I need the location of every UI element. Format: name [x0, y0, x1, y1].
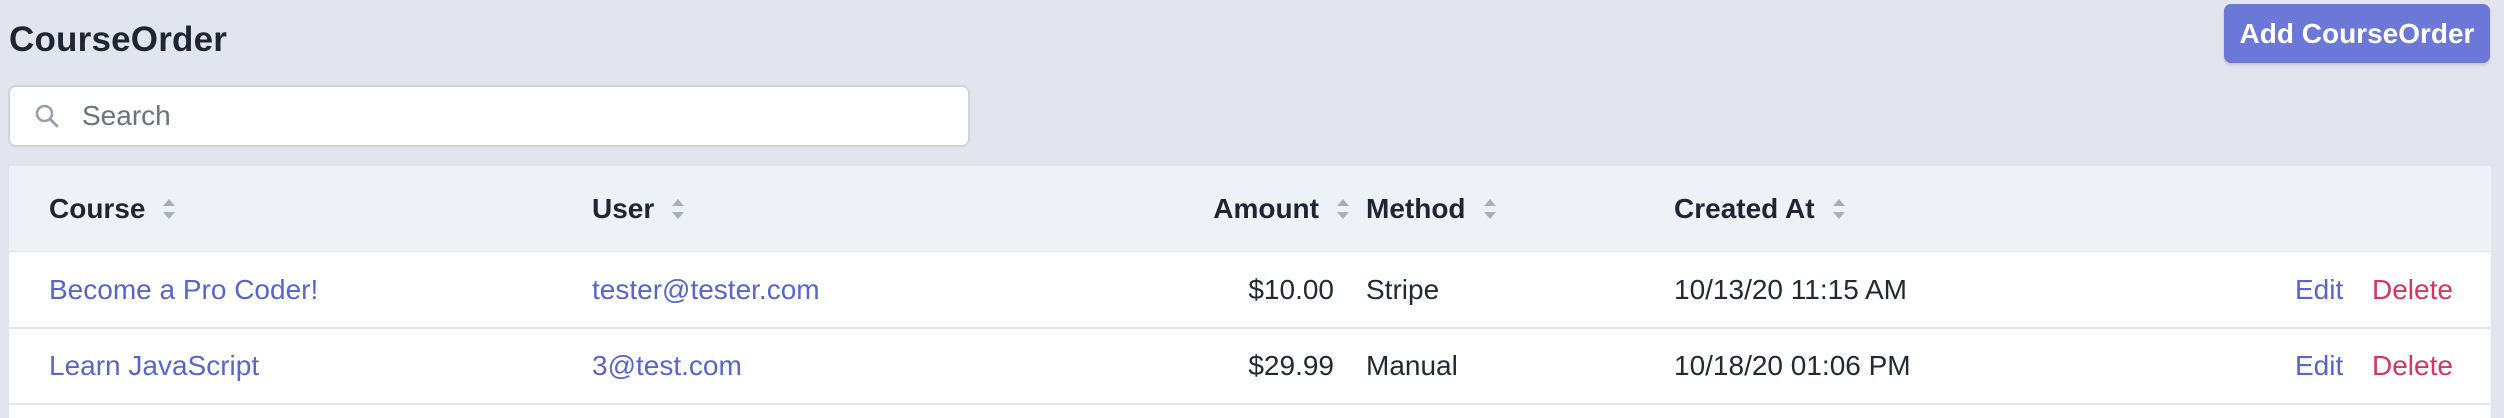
user-link[interactable]: tester@tester.com	[592, 253, 820, 327]
sort-icon[interactable]	[161, 197, 177, 221]
user-link[interactable]: 3@test.com	[592, 329, 742, 403]
method-cell: Stripe	[1366, 274, 1440, 305]
search-input[interactable]	[82, 100, 942, 132]
sort-icon[interactable]	[1831, 197, 1847, 221]
column-header-method[interactable]: Method	[1366, 166, 1498, 251]
search-icon	[34, 103, 70, 129]
course-link[interactable]: Learn JavaScript	[49, 329, 259, 403]
edit-link[interactable]: Edit	[2295, 253, 2343, 327]
column-header-amount[interactable]: Amount	[1213, 166, 1351, 251]
sort-icon[interactable]	[670, 197, 686, 221]
column-header-course[interactable]: Course	[49, 166, 177, 251]
column-header-label: Amount	[1213, 192, 1319, 224]
table-row: Become a Pro Coder! tester@tester.com $1…	[9, 253, 2491, 329]
created-at-cell: 10/18/20 01:06 PM	[1674, 350, 1911, 381]
course-link[interactable]: Become a Pro Coder!	[49, 253, 318, 327]
page-title: CourseOrder	[9, 20, 228, 59]
column-header-label: User	[592, 192, 655, 224]
column-header-label: Course	[49, 192, 146, 224]
delete-link[interactable]: Delete	[2372, 329, 2453, 403]
column-header-label: Created At	[1674, 192, 1815, 224]
course-order-table: Course User Amount Method Created At Bec…	[9, 166, 2491, 418]
column-header-user[interactable]: User	[592, 166, 686, 251]
amount-cell: $29.99	[1248, 350, 1334, 381]
created-at-cell: 10/13/20 11:15 AM	[1674, 274, 1907, 305]
table-row: Learn JavaScript 3@test.com $29.99 Manua…	[9, 329, 2491, 405]
search-field[interactable]	[8, 85, 970, 147]
sort-icon[interactable]	[1335, 197, 1351, 221]
amount-cell: $10.00	[1248, 274, 1334, 305]
table-header-row: Course User Amount Method Created At	[9, 166, 2491, 252]
sort-icon[interactable]	[1482, 197, 1498, 221]
column-header-created-at[interactable]: Created At	[1674, 166, 1847, 251]
add-courseorder-button[interactable]: Add CourseOrder	[2224, 4, 2490, 63]
column-header-label: Method	[1366, 192, 1466, 224]
delete-link[interactable]: Delete	[2372, 253, 2453, 327]
edit-link[interactable]: Edit	[2295, 329, 2343, 403]
method-cell: Manual	[1366, 350, 1458, 381]
